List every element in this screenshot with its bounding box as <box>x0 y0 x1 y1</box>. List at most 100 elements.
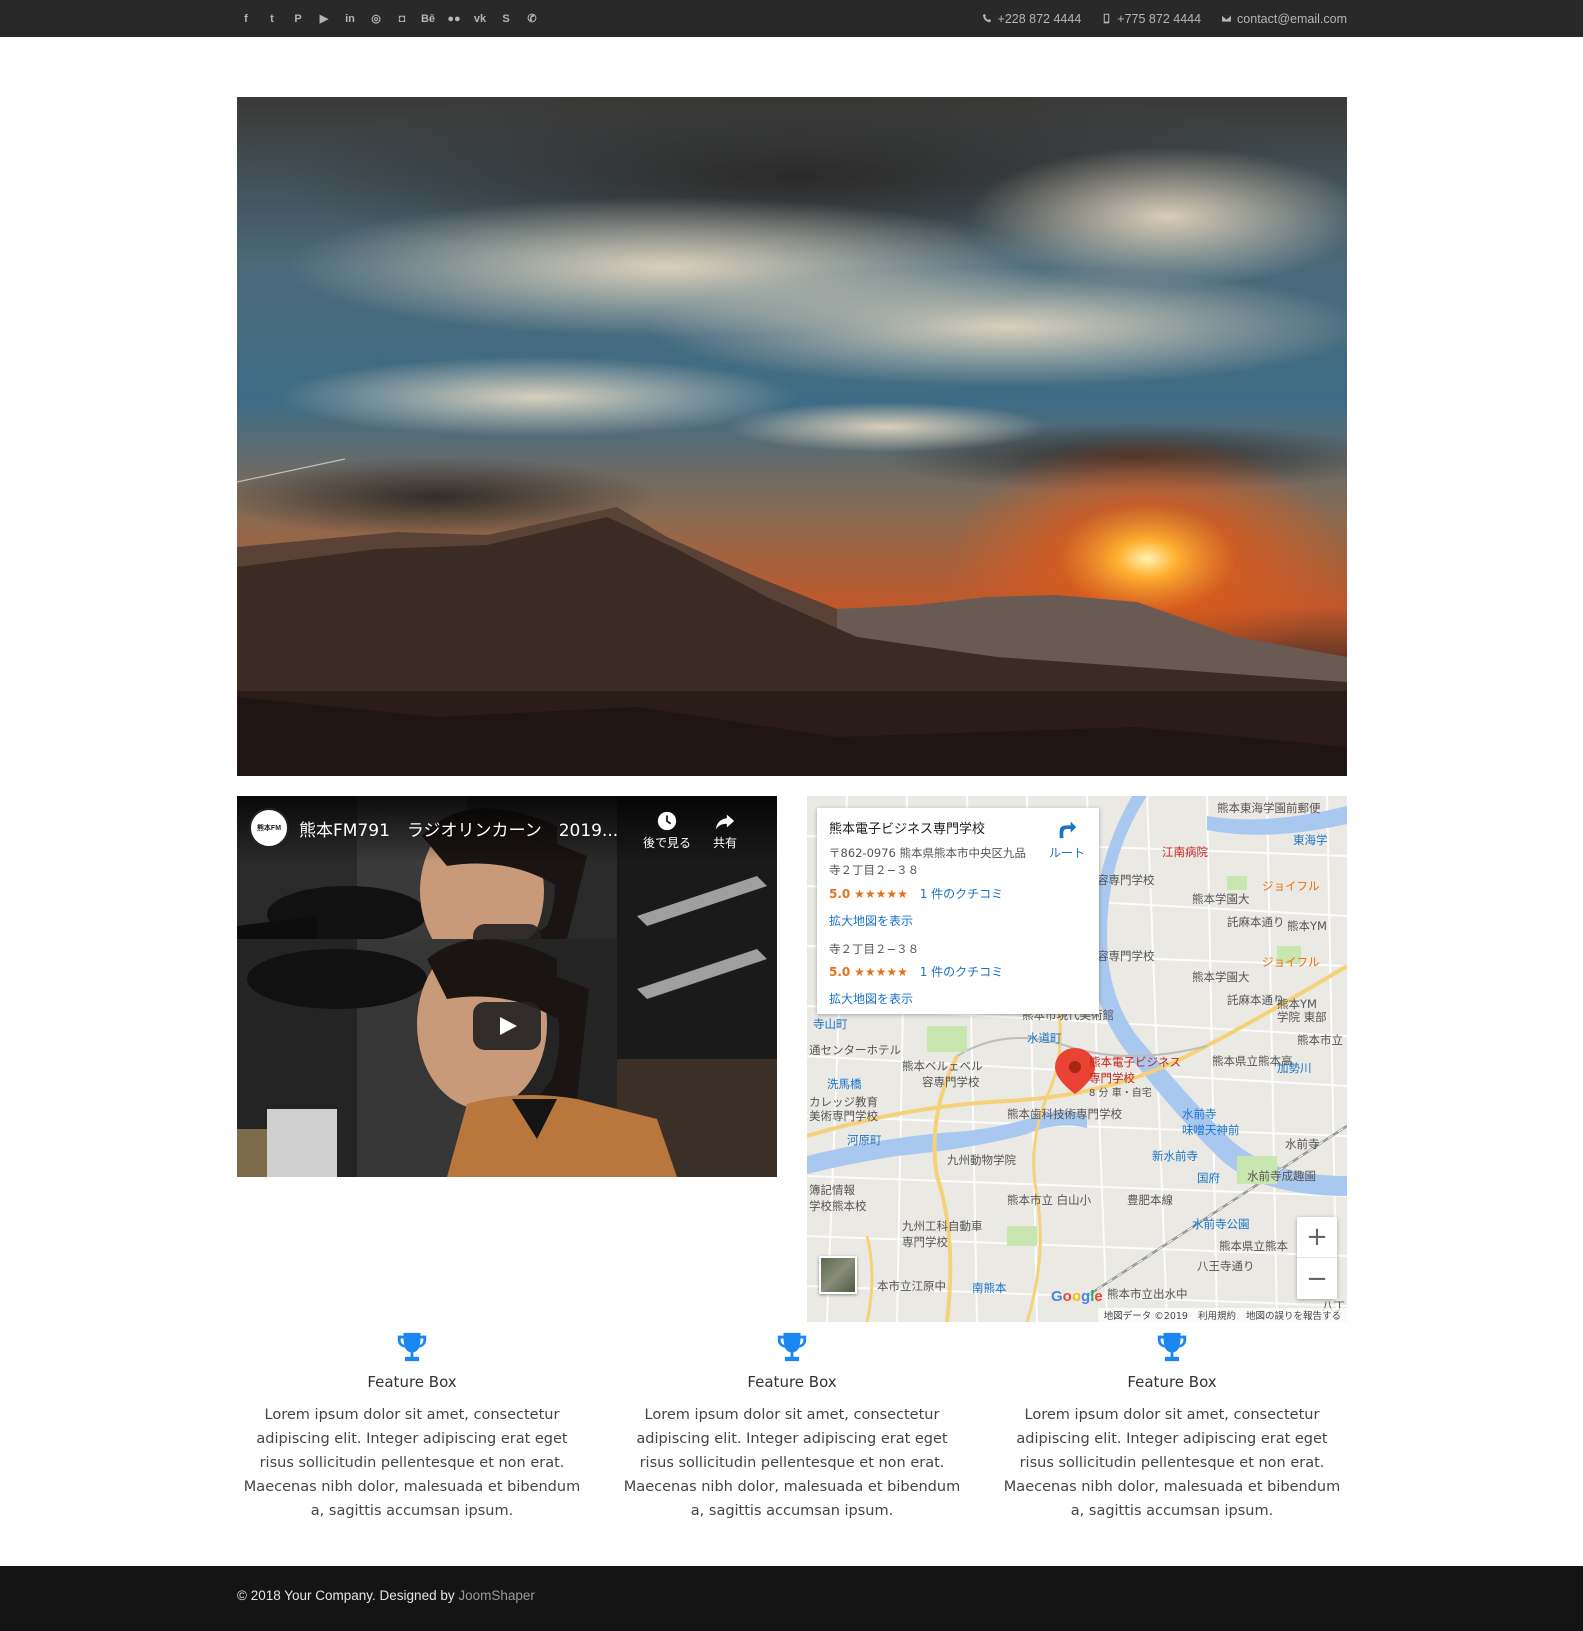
instagram-icon[interactable]: ◘ <box>393 13 411 25</box>
play-button[interactable] <box>473 1002 541 1050</box>
map-label[interactable]: 水前寺公園 <box>1192 1216 1250 1232</box>
larger-map-link[interactable]: 拡大地図を表示 <box>829 990 1087 1007</box>
map-label[interactable]: 水前寺成趣園 <box>1247 1168 1316 1184</box>
map-label[interactable]: 簿記情報 <box>809 1182 855 1198</box>
map-label[interactable]: 熊本YM <box>1287 918 1327 934</box>
map-label[interactable]: 学校熊本校 <box>809 1198 867 1214</box>
vk-icon[interactable]: vk <box>471 13 489 25</box>
map-label[interactable]: 熊本県立熊本 <box>1219 1238 1288 1254</box>
rating-stars-icon: ★★★★★ <box>854 965 908 979</box>
map-label[interactable]: 熊本学園大 <box>1192 969 1250 985</box>
map-label[interactable]: 本市立江原中 <box>877 1278 946 1294</box>
larger-map-link[interactable]: 拡大地図を表示 <box>829 912 1087 929</box>
map-label[interactable]: 味噌天神前 <box>1182 1122 1240 1138</box>
watch-later-label: 後で見る <box>642 836 691 850</box>
map-label[interactable]: 豊肥本線 <box>1127 1192 1173 1208</box>
designer-link[interactable]: JoomShaper <box>458 1588 535 1603</box>
mobile-contact[interactable]: +775 872 4444 <box>1101 12 1201 26</box>
map-label[interactable]: 東海学 <box>1293 832 1328 848</box>
map-label[interactable]: 容専門学校 <box>1097 872 1155 888</box>
satellite-toggle[interactable] <box>819 1256 857 1294</box>
map-label[interactable]: 国府 <box>1197 1170 1220 1186</box>
clock-icon <box>657 811 677 831</box>
feature-box: Feature Box Lorem ipsum dolor sit amet, c… <box>617 1330 967 1523</box>
trophy-icon <box>1157 1332 1187 1362</box>
flickr-icon[interactable]: ●● <box>445 13 463 25</box>
phone-icon <box>982 13 991 23</box>
route-button[interactable]: ルート <box>1045 818 1089 861</box>
youtube-icon[interactable]: ▶ <box>315 12 333 25</box>
reviews-link[interactable]: 1 件のクチコミ <box>920 965 1003 979</box>
map-label[interactable]: ジョイフル <box>1262 954 1320 970</box>
route-label: ルート <box>1048 846 1085 860</box>
map-label[interactable]: 八王寺通り <box>1197 1258 1255 1274</box>
reviews-link[interactable]: 1 件のクチコミ <box>920 887 1003 901</box>
map-label[interactable]: 水道町 <box>1027 1030 1062 1046</box>
map-label[interactable]: 容専門学校 <box>922 1074 980 1090</box>
phone-contact[interactable]: +228 872 4444 <box>982 11 1082 26</box>
map-label[interactable]: 熊本市立 <box>1297 1032 1343 1048</box>
map-label[interactable]: 熊本東海学園前郵便 <box>1217 800 1321 816</box>
contact-info: +228 872 4444 +775 872 4444 contact@emai… <box>982 0 1347 37</box>
rating-stars-icon: ★★★★★ <box>854 887 908 901</box>
skype-icon[interactable]: S <box>497 13 515 25</box>
map-label[interactable]: 九州動物学院 <box>947 1152 1016 1168</box>
facebook-icon[interactable]: f <box>237 13 255 25</box>
map-label[interactable]: 容専門学校 <box>1097 948 1155 964</box>
zoom-controls: + − <box>1297 1217 1337 1299</box>
map-label[interactable]: 学院 東部 <box>1277 1009 1327 1025</box>
map-label[interactable]: 熊本市立出水中 <box>1107 1286 1188 1302</box>
map-label[interactable]: 寺山町 <box>813 1016 848 1032</box>
footer: © 2018 Your Company. Designed by JoomSha… <box>0 1566 1583 1631</box>
mobile-icon <box>1104 13 1110 24</box>
map-label[interactable]: 洗馬橋 <box>827 1076 862 1092</box>
share-button[interactable]: 共有 <box>705 810 745 851</box>
marker-sublabel: 8 分 車・自宅 <box>1089 1088 1152 1099</box>
twitter-icon[interactable]: t <box>263 13 281 25</box>
map-attribution: 地図データ ©2019 利用規約 地図の誤りを報告する <box>1097 1308 1347 1322</box>
play-button-ghost <box>473 924 541 939</box>
copyright-text: © 2018 Your Company. Designed by <box>237 1588 459 1603</box>
map-label[interactable]: 熊本ベルェベル <box>902 1058 983 1074</box>
map-label[interactable]: 九州工科自動車 <box>902 1218 983 1234</box>
map-label[interactable]: 託麻本通り <box>1227 914 1285 930</box>
map-label[interactable]: ジョイフル <box>1262 878 1320 894</box>
map-label[interactable]: 加勢川 <box>1277 1060 1312 1076</box>
map-label[interactable]: 河原町 <box>847 1132 882 1148</box>
envelope-icon <box>1221 14 1232 23</box>
feature-text: Lorem ipsum dolor sit amet, consectetur … <box>243 1407 581 1519</box>
map-label[interactable]: 熊本市立 白山小 <box>1007 1192 1091 1208</box>
top-bar: f t P ▶ in ◎ ◘ Bē ●● vk S ✆ +228 872 4444 +775 872 … <box>0 0 1583 37</box>
map-label[interactable]: 新水前寺 <box>1152 1148 1198 1164</box>
google-map[interactable]: 熊本東海学園前郵便 東海学 江南病院 容専門学校 熊本学園大 ジョイフル 託麻本通り 熊本YM… <box>807 796 1347 1322</box>
email-contact[interactable]: contact@email.com <box>1221 12 1347 26</box>
video-title[interactable]: 熊本FM791 ラジオリンカーン 2019... <box>299 816 618 841</box>
terms-link[interactable]: 利用規約 <box>1198 1308 1236 1322</box>
map-label[interactable]: 江南病院 <box>1162 844 1208 860</box>
map-label[interactable]: 水前寺 <box>1182 1106 1217 1122</box>
map-label[interactable]: 南熊本 <box>972 1280 1007 1296</box>
linkedin-icon[interactable]: in <box>341 13 359 25</box>
channel-logo[interactable]: 熊本FM <box>249 808 289 848</box>
behance-icon[interactable]: Bē <box>419 13 437 25</box>
map-label[interactable]: 託麻本通り <box>1227 992 1285 1008</box>
watch-later-button[interactable]: 後で見る <box>639 810 695 851</box>
map-data-credit: 地図データ ©2019 <box>1103 1311 1188 1322</box>
whatsapp-icon[interactable]: ✆ <box>523 12 541 25</box>
report-error-link[interactable]: 地図の誤りを報告する <box>1246 1308 1341 1322</box>
social-links: f t P ▶ in ◎ ◘ Bē ●● vk S ✆ <box>237 0 541 37</box>
zoom-out-button[interactable]: − <box>1297 1258 1337 1299</box>
video-embed[interactable]: 熊本FM 熊本FM791 ラジオリンカーン 2019... 後で見る 共有 <box>237 796 777 1177</box>
zoom-in-button[interactable]: + <box>1297 1217 1337 1258</box>
place-rating-repeat: 5.0 ★★★★★ 1 件のクチコミ <box>829 965 1004 979</box>
map-label[interactable]: 通センターホテル <box>809 1042 901 1058</box>
map-label[interactable]: 熊本歯科技術専門学校 <box>1007 1106 1122 1122</box>
map-label[interactable]: 熊本学園大 <box>1192 891 1250 907</box>
pinterest-icon[interactable]: P <box>289 13 307 25</box>
map-label[interactable]: 専門学校 <box>902 1234 948 1250</box>
map-label[interactable]: 水前寺 <box>1285 1136 1320 1152</box>
phone-number: +228 872 4444 <box>997 11 1082 26</box>
rating-value: 5.0 <box>829 887 851 901</box>
dribbble-icon[interactable]: ◎ <box>367 12 385 25</box>
map-label[interactable]: 美術専門学校 <box>809 1108 878 1124</box>
